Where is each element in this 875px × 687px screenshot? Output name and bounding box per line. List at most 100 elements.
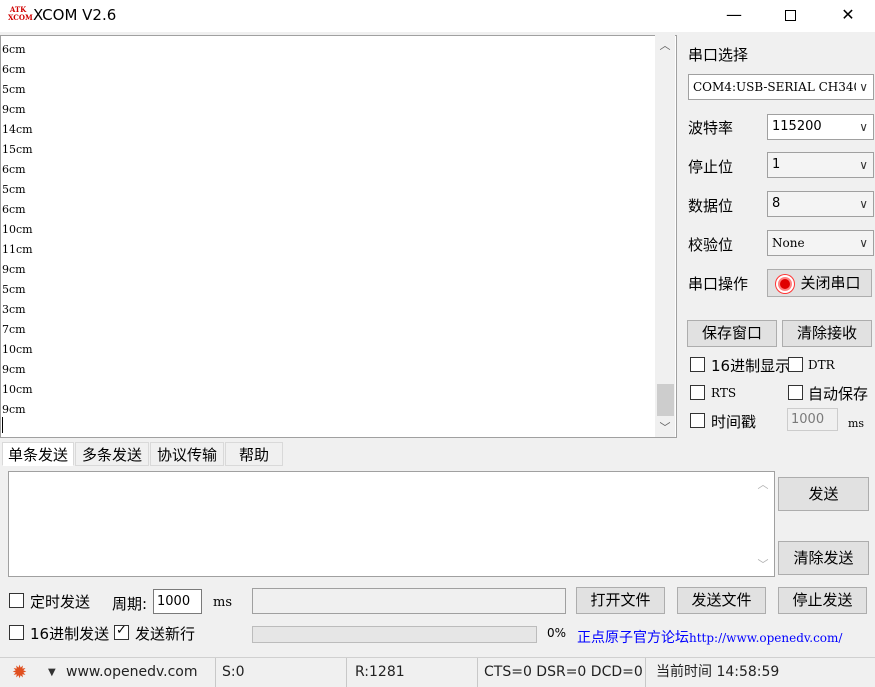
receive-line: 6cm (2, 163, 26, 176)
receive-line: 6cm (2, 43, 26, 56)
period-input[interactable]: 1000 (153, 589, 202, 614)
scroll-down-icon[interactable]: ﹀ (655, 419, 675, 435)
forum-link-text: 正点原子官方论坛 (577, 630, 689, 646)
send-progress-bar (252, 626, 537, 643)
hex-send-label: 16进制发送 (30, 625, 110, 643)
dtr-checkbox[interactable] (788, 357, 803, 372)
forum-link[interactable]: 正点原子官方论坛http://www.openedv.com/ (577, 627, 842, 647)
stop-bits-label: 停止位 (688, 158, 734, 176)
receive-line: 7cm (2, 323, 26, 336)
status-time: 当前时间 14:58:59 (656, 664, 780, 680)
app-logo-icon: ATK XCOM (8, 5, 33, 22)
send-button[interactable]: 发送 (778, 477, 869, 511)
receive-line: 3cm (2, 303, 26, 316)
port-operation-label: 串口操作 (688, 275, 749, 293)
tab-single-send[interactable]: 单条发送 (2, 442, 74, 466)
receive-line: 5cm (2, 283, 26, 296)
receive-line: 10cm (2, 343, 33, 356)
baud-select[interactable]: 115200 ∨ (767, 114, 874, 140)
status-bar: ✹ ▼ www.openedv.com S:0 R:1281 CTS=0 DSR… (0, 657, 875, 687)
text-caret (2, 417, 3, 433)
receive-line: 9cm (2, 103, 26, 116)
receive-line: 9cm (2, 263, 26, 276)
chevron-down-icon: ∨ (856, 75, 868, 99)
baud-label: 波特率 (688, 119, 734, 137)
tab-protocol[interactable]: 协议传输 (150, 442, 224, 466)
parity-value: None (772, 236, 805, 250)
scroll-down-icon[interactable]: ﹀ (752, 556, 774, 572)
scroll-up-icon[interactable]: ︿ (752, 476, 774, 492)
minimize-button[interactable]: — (711, 0, 757, 32)
port-label: 串口选择 (688, 46, 749, 64)
hex-display-checkbox[interactable] (690, 357, 705, 372)
receive-line: 5cm (2, 83, 26, 96)
send-textarea[interactable] (8, 471, 775, 577)
maximize-icon (784, 10, 796, 21)
rts-label: RTS (711, 386, 737, 400)
port-select[interactable]: COM4:USB-SERIAL CH340 ∨ (688, 74, 874, 100)
settings-dropdown-icon[interactable]: ▼ (48, 663, 56, 683)
minimize-icon: — (726, 5, 742, 24)
status-received-count: R:1281 (351, 658, 478, 687)
receive-line: 10cm (2, 223, 33, 236)
status-website: www.openedv.com (62, 658, 216, 687)
timed-send-label: 定时发送 (30, 593, 91, 611)
progress-text: 0% (547, 626, 567, 640)
clear-receive-button[interactable]: 清除接收 (782, 320, 872, 347)
receive-line: 6cm (2, 63, 26, 76)
receive-scrollbar[interactable]: ︿ ﹀ (655, 35, 675, 437)
receive-line: 10cm (2, 383, 33, 396)
parity-select[interactable]: None ∨ (767, 230, 874, 256)
data-bits-select[interactable]: 8 ∨ (767, 191, 874, 217)
receive-line: 14cm (2, 123, 33, 136)
gear-icon[interactable]: ✹ (12, 663, 27, 683)
timed-send-checkbox[interactable] (9, 593, 24, 608)
maximize-button[interactable] (767, 0, 813, 32)
tab-multi-send[interactable]: 多条发送 (75, 442, 149, 466)
chevron-down-icon: ∨ (859, 236, 868, 250)
chevron-down-icon: ∨ (859, 197, 868, 211)
scroll-up-icon[interactable]: ︿ (655, 37, 675, 53)
timestamp-label: 时间戳 (711, 413, 757, 431)
stop-bits-select[interactable]: 1 ∨ (767, 152, 874, 178)
period-unit: ms (213, 595, 232, 610)
timestamp-checkbox[interactable] (690, 413, 705, 428)
close-port-label: 关闭串口 (800, 274, 861, 292)
file-path-input[interactable] (252, 588, 566, 614)
close-icon: ✕ (841, 5, 855, 24)
rts-checkbox[interactable] (690, 385, 705, 400)
hex-display-label: 16进制显示 (711, 357, 791, 375)
receive-line: 9cm (2, 363, 26, 376)
save-window-button[interactable]: 保存窗口 (687, 320, 777, 347)
tab-help[interactable]: 帮助 (225, 442, 283, 466)
send-file-button[interactable]: 发送文件 (677, 587, 766, 614)
hex-send-checkbox[interactable] (9, 625, 24, 640)
chevron-down-icon: ∨ (859, 158, 868, 172)
period-label: 周期: (112, 595, 148, 613)
close-button[interactable]: ✕ (825, 0, 871, 32)
timestamp-input[interactable]: 1000 (787, 408, 838, 431)
receive-textarea[interactable]: 6cm 6cm 5cm 9cm 14cm 15cm 6cm 5cm 6cm 10cm 11cm 9cm… (0, 35, 677, 438)
close-port-button[interactable]: 关闭串口 (767, 269, 872, 297)
send-scrollbar[interactable]: ︿ ﹀ (752, 472, 774, 576)
timestamp-unit: ms (848, 417, 865, 430)
data-bits-value: 8 (772, 196, 781, 211)
title-bar: ATK XCOM XCOM V2.6 — ✕ (0, 0, 875, 32)
send-newline-label: 发送新行 (135, 625, 196, 643)
auto-save-checkbox[interactable] (788, 385, 803, 400)
status-sent-count: S:0 (218, 658, 347, 687)
auto-save-label: 自动保存 (808, 385, 869, 403)
led-icon (778, 276, 793, 291)
chevron-down-icon: ∨ (859, 120, 868, 134)
scroll-thumb[interactable] (657, 384, 674, 416)
open-file-button[interactable]: 打开文件 (576, 587, 665, 614)
data-bits-label: 数据位 (688, 197, 734, 215)
receive-line: 9cm (2, 403, 26, 416)
window-title: XCOM V2.6 (33, 6, 117, 24)
send-newline-checkbox[interactable] (114, 623, 129, 640)
receive-line: 15cm (2, 143, 33, 156)
clear-send-button[interactable]: 清除发送 (778, 541, 869, 575)
receive-line: 5cm (2, 183, 26, 196)
status-signals: CTS=0 DSR=0 DCD=0 (480, 658, 646, 687)
stop-send-button[interactable]: 停止发送 (778, 587, 867, 614)
